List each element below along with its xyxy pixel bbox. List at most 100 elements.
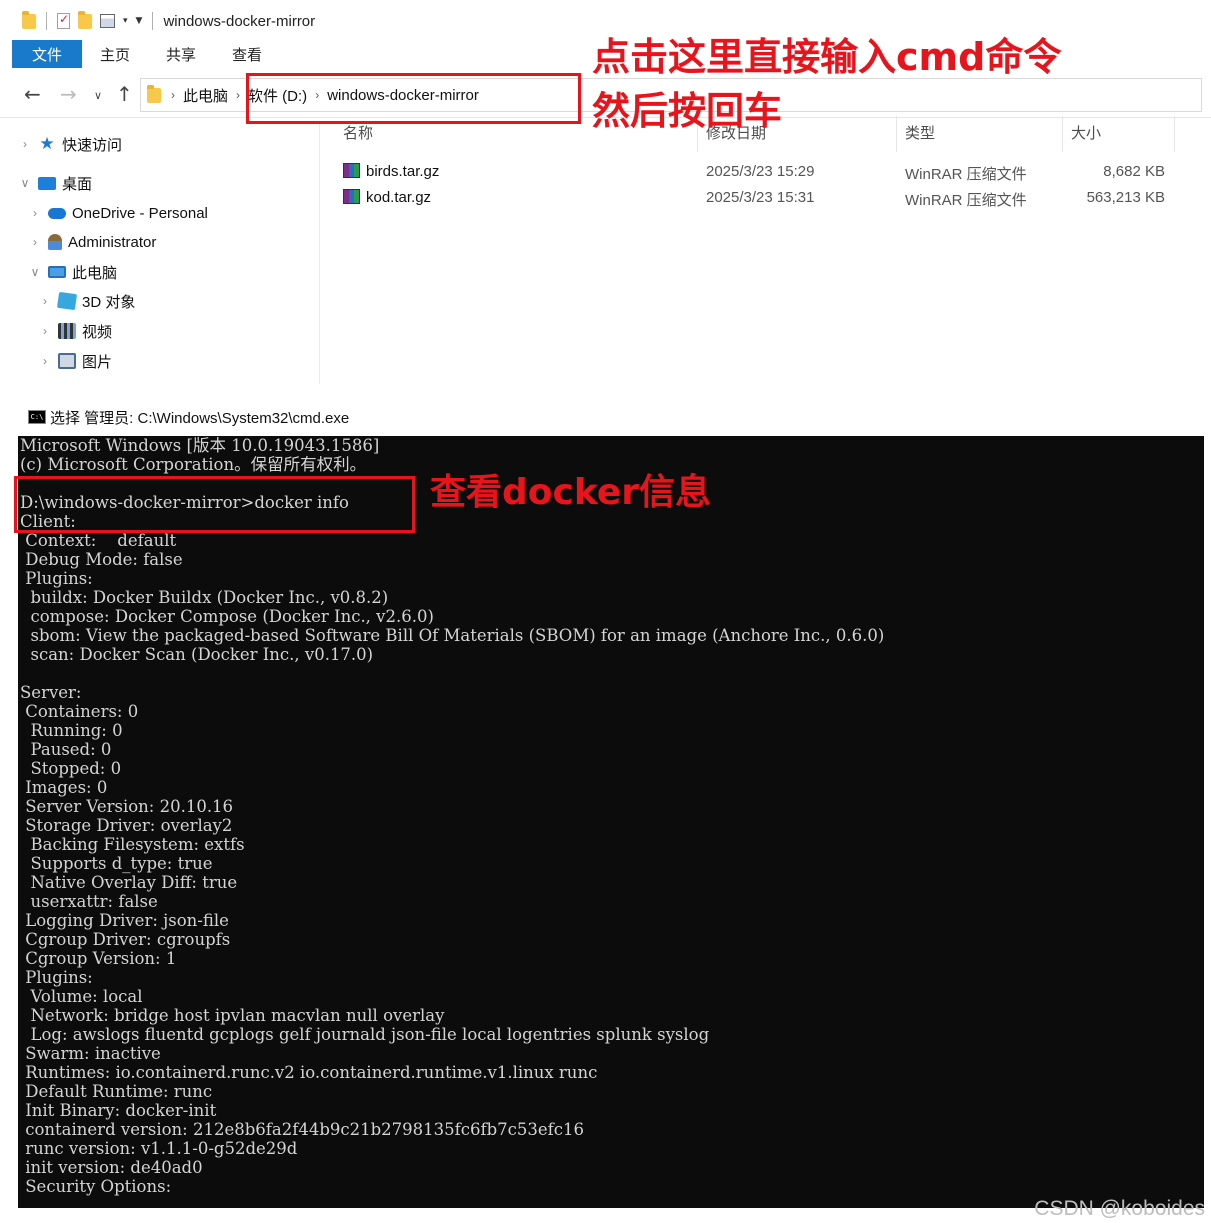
- chevron-right-icon[interactable]: ›: [38, 324, 52, 338]
- chevron-right-icon[interactable]: ›: [38, 294, 52, 308]
- file-row[interactable]: kod.tar.gz 2025/3/23 15:31 WinRAR 压缩文件 5…: [0, 189, 1211, 213]
- annotation-docker-info: 查看docker信息: [430, 472, 711, 513]
- tab-share[interactable]: 共享: [148, 40, 214, 68]
- breadcrumb-this-pc[interactable]: 此电脑: [177, 85, 234, 106]
- console-line: Backing Filesystem: extfs: [20, 835, 245, 854]
- console-line: Network: bridge host ipvlan macvlan null…: [20, 1006, 445, 1025]
- console-line: Cgroup Version: 1: [20, 949, 177, 968]
- console-line: Native Overlay Diff: true: [20, 873, 238, 892]
- sidebar-item-label: 3D 对象: [82, 293, 136, 311]
- console-line: Cgroup Driver: cgroupfs: [20, 930, 231, 949]
- sidebar-item-pictures[interactable]: › 图片: [38, 349, 112, 373]
- navigation-pane: › ★ 快速访问 ∨ 桌面 › OneDrive - Personal › Ad…: [0, 122, 320, 384]
- user-folder-icon: [48, 234, 62, 250]
- folder-icon: [22, 10, 36, 29]
- console-line: Running: 0: [20, 721, 123, 740]
- folder-icon: [147, 84, 161, 103]
- docker-info-highlight-box: [14, 476, 415, 533]
- file-name-cell[interactable]: kod.tar.gz: [343, 189, 431, 206]
- this-pc-icon: [48, 266, 66, 278]
- ribbon-tabs: 文件 主页 共享 查看: [12, 40, 280, 68]
- quick-access-toolbar: ▾ ▼ windows-docker-mirror: [22, 10, 315, 32]
- recent-locations-chevron-icon[interactable]: ∨: [94, 89, 102, 102]
- tab-home[interactable]: 主页: [82, 40, 148, 68]
- sidebar-item-label: 视频: [82, 323, 113, 341]
- console-line: buildx: Docker Buildx (Docker Inc., v0.8…: [20, 588, 389, 607]
- file-size: 563,213 KB: [1086, 189, 1165, 206]
- file-name-cell[interactable]: birds.tar.gz: [343, 163, 439, 180]
- annotation-address-hint-2: 然后按回车: [592, 89, 783, 133]
- properties-check-icon[interactable]: [57, 12, 70, 29]
- customize-toolbar-icon[interactable]: [100, 14, 115, 28]
- chevron-down-icon[interactable]: ∨: [28, 265, 42, 279]
- breadcrumb-chevron-icon[interactable]: ›: [169, 88, 177, 102]
- sidebar-item-label: 此电脑: [72, 264, 118, 282]
- column-divider[interactable]: [896, 116, 897, 152]
- chevron-down-icon[interactable]: ▾: [123, 16, 128, 26]
- console-line: Runtimes: io.containerd.runc.v2 io.conta…: [20, 1063, 598, 1082]
- tab-file[interactable]: 文件: [12, 40, 83, 68]
- console-line: Storage Driver: overlay2: [20, 816, 233, 835]
- quick-access-star-icon: ★: [39, 134, 55, 153]
- console-line: Containers: 0: [20, 702, 139, 721]
- sidebar-item-videos[interactable]: › 视频: [38, 319, 112, 343]
- console-line: init version: de40ad0: [20, 1158, 203, 1177]
- back-arrow-icon[interactable]: ←: [24, 82, 41, 106]
- winrar-archive-icon: [343, 163, 360, 178]
- forward-arrow-icon[interactable]: →: [60, 82, 77, 106]
- console-line: runc version: v1.1.1-0-g52de29d: [20, 1139, 298, 1158]
- column-divider[interactable]: [1062, 116, 1063, 152]
- console-line: Context: default: [20, 531, 177, 550]
- console-line: Debug Mode: false: [20, 550, 183, 569]
- chevron-right-icon[interactable]: ›: [38, 354, 52, 368]
- column-header-type[interactable]: 类型: [905, 122, 935, 150]
- file-name: kod.tar.gz: [366, 189, 432, 206]
- videos-icon: [58, 323, 76, 339]
- file-modified: 2025/3/23 15:29: [706, 163, 815, 180]
- console-output[interactable]: Microsoft Windows [版本 10.0.19043.1586] (c…: [18, 436, 1204, 1208]
- sidebar-item-administrator[interactable]: › Administrator: [28, 230, 156, 254]
- up-arrow-icon[interactable]: ↑: [116, 82, 133, 106]
- column-header-size[interactable]: 大小: [1071, 122, 1101, 150]
- toolbar-divider: [46, 12, 47, 30]
- console-line: Swarm: inactive: [20, 1044, 161, 1063]
- sidebar-item-label: Administrator: [68, 233, 157, 251]
- sidebar-item-quick-access[interactable]: › ★ 快速访问: [18, 132, 122, 156]
- csdn-watermark: CSDN @koboides: [1034, 1197, 1205, 1220]
- new-folder-icon[interactable]: [78, 10, 92, 29]
- console-line: compose: Docker Compose (Docker Inc., v2…: [20, 607, 434, 626]
- console-line: Paused: 0: [20, 740, 112, 759]
- file-size: 8,682 KB: [1103, 163, 1165, 180]
- column-divider[interactable]: [1174, 116, 1175, 152]
- console-line: Default Runtime: runc: [20, 1082, 213, 1101]
- file-row[interactable]: birds.tar.gz 2025/3/23 15:29 WinRAR 压缩文件…: [0, 163, 1211, 187]
- file-type: WinRAR 压缩文件: [905, 192, 1027, 209]
- sidebar-item-3d-objects[interactable]: › 3D 对象: [38, 289, 135, 313]
- file-name: birds.tar.gz: [366, 163, 440, 180]
- console-line: userxattr: false: [20, 892, 158, 911]
- column-header-name[interactable]: 名称: [343, 122, 373, 150]
- console-line: Server:: [20, 683, 82, 702]
- cmd-title-bar[interactable]: C:\ 选择 管理员: C:\Windows\System32\cmd.exe: [18, 398, 1204, 436]
- console-line: containerd version: 212e8b6fa2f44b9c21b2…: [20, 1120, 585, 1139]
- sidebar-item-this-pc[interactable]: ∨ 此电脑: [28, 260, 117, 284]
- qat-dropdown-icon[interactable]: ▼: [136, 16, 143, 26]
- console-line: Images: 0: [20, 778, 108, 797]
- toolbar-divider: [152, 12, 154, 30]
- chevron-right-icon[interactable]: ›: [18, 137, 32, 151]
- chevron-right-icon[interactable]: ›: [28, 235, 42, 249]
- console-line: Init Binary: docker-init: [20, 1101, 217, 1120]
- 3d-objects-icon: [56, 291, 78, 311]
- console-line: scan: Docker Scan (Docker Inc., v0.17.0): [20, 645, 374, 664]
- tab-view[interactable]: 查看: [214, 40, 280, 68]
- console-line: sbom: View the packaged-based Software B…: [20, 626, 885, 645]
- file-modified: 2025/3/23 15:31: [706, 189, 815, 206]
- sidebar-item-label: 快速访问: [62, 136, 123, 154]
- console-line: Stopped: 0: [20, 759, 122, 778]
- breadcrumb-chevron-icon[interactable]: ›: [234, 88, 242, 102]
- console-line: Log: awslogs fluentd gcplogs gelf journa…: [20, 1025, 710, 1044]
- cmd-app-icon: C:\: [28, 410, 46, 424]
- console-line: Supports d_type: true: [20, 854, 213, 873]
- console-line: Plugins:: [20, 968, 93, 987]
